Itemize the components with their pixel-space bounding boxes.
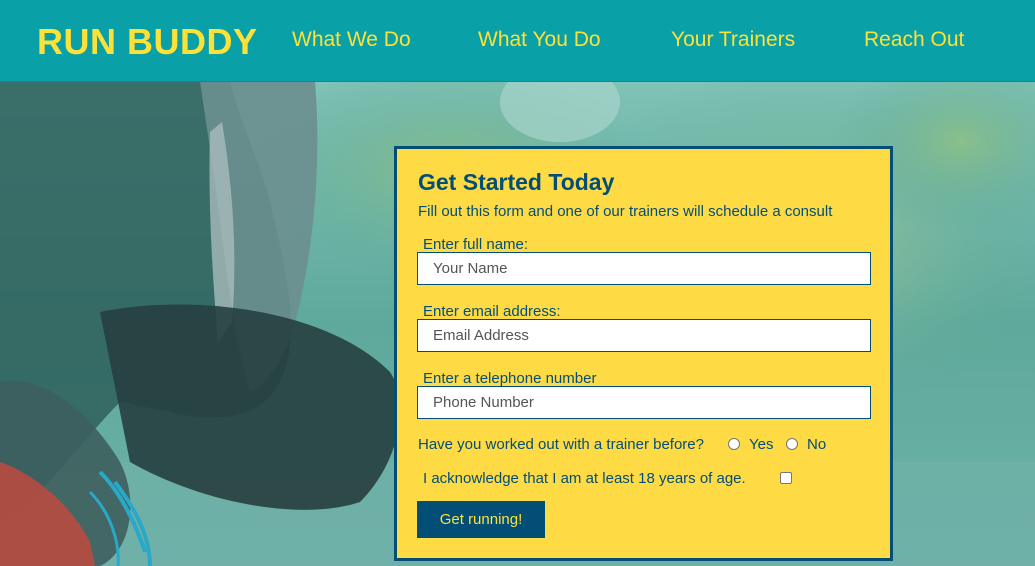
site-header: RUN BUDDY What We Do What You Do Your Tr… xyxy=(0,0,1035,82)
email-label: Enter email address: xyxy=(423,303,561,320)
name-input[interactable] xyxy=(417,252,871,285)
radio-no[interactable] xyxy=(786,438,798,450)
phone-input[interactable] xyxy=(417,386,871,419)
radio-yes[interactable] xyxy=(728,438,740,450)
nav-your-trainers[interactable]: Your Trainers xyxy=(671,28,795,52)
nav-what-you-do[interactable]: What You Do xyxy=(478,28,601,52)
get-running-button[interactable]: Get running! xyxy=(417,501,545,538)
age-checkbox[interactable] xyxy=(780,472,792,484)
main-nav: What We Do What You Do Your Trainers Rea… xyxy=(0,28,1035,58)
radio-yes-label[interactable]: Yes xyxy=(749,436,773,453)
form-subtitle: Fill out this form and one of our traine… xyxy=(418,203,833,220)
age-acknowledgement: I acknowledge that I am at least 18 year… xyxy=(423,470,746,487)
get-started-form: Get Started Today Fill out this form and… xyxy=(394,146,893,561)
name-label: Enter full name: xyxy=(423,236,529,253)
form-title: Get Started Today xyxy=(418,169,615,195)
phone-label: Enter a telephone number xyxy=(423,370,597,387)
nav-reach-out[interactable]: Reach Out xyxy=(864,28,964,52)
email-input[interactable] xyxy=(417,319,871,352)
radio-no-label[interactable]: No xyxy=(807,436,826,453)
nav-what-we-do[interactable]: What We Do xyxy=(292,28,411,52)
trainer-question: Have you worked out with a trainer befor… xyxy=(418,436,704,453)
